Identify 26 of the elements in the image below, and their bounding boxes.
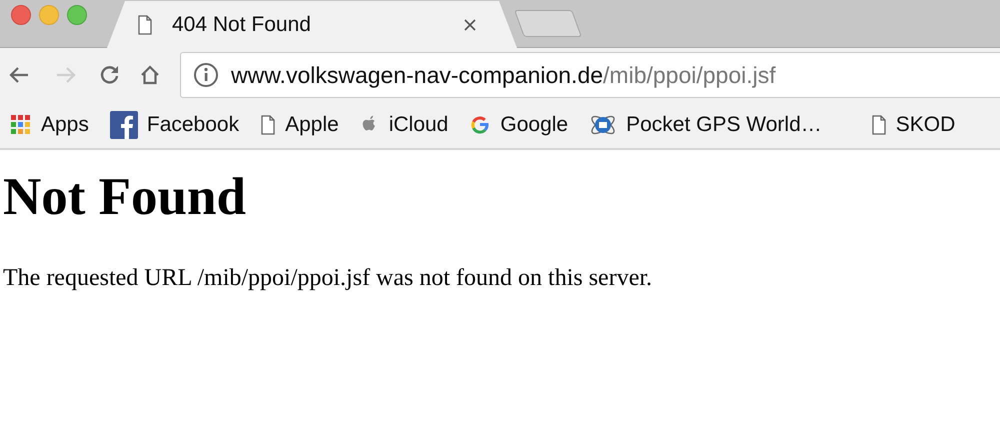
error-message: The requested URL /mib/ppoi/ppoi.jsf was not found on this server. — [3, 264, 654, 292]
minimize-window-button[interactable] — [39, 5, 59, 25]
close-window-button[interactable] — [11, 5, 31, 25]
page-heading: Not Found — [3, 167, 247, 228]
bookmark[interactable]: SKOD — [870, 113, 956, 137]
facebook-icon — [110, 111, 138, 139]
bookmark[interactable]: Apple — [260, 113, 339, 137]
new-tab-button[interactable] — [514, 10, 582, 37]
reload-icon[interactable] — [99, 64, 121, 86]
bookmark[interactable]: Facebook — [110, 111, 240, 139]
page-icon — [137, 14, 153, 34]
browser-tab[interactable]: 404 Not Found — [107, 1, 517, 48]
address-bar[interactable]: www.volkswagen-nav-companion.de/mib/ppoi/ppoi.jsf — [180, 52, 1000, 98]
google-icon — [469, 114, 492, 136]
bookmark[interactable]: Google — [469, 113, 568, 137]
info-icon — [193, 62, 219, 88]
apps-grid-icon — [10, 114, 32, 136]
bookmark[interactable]: iCloud — [360, 113, 448, 137]
bookmark[interactable]: Apps — [10, 113, 89, 137]
zoom-window-button[interactable] — [67, 5, 87, 25]
page-icon — [870, 115, 887, 135]
home-icon[interactable] — [139, 64, 161, 86]
tab-title: 404 Not Found — [172, 12, 312, 36]
page-icon — [260, 115, 276, 135]
close-icon[interactable] — [463, 18, 477, 32]
bookmark[interactable]: Pocket GPS World… — [589, 111, 822, 139]
